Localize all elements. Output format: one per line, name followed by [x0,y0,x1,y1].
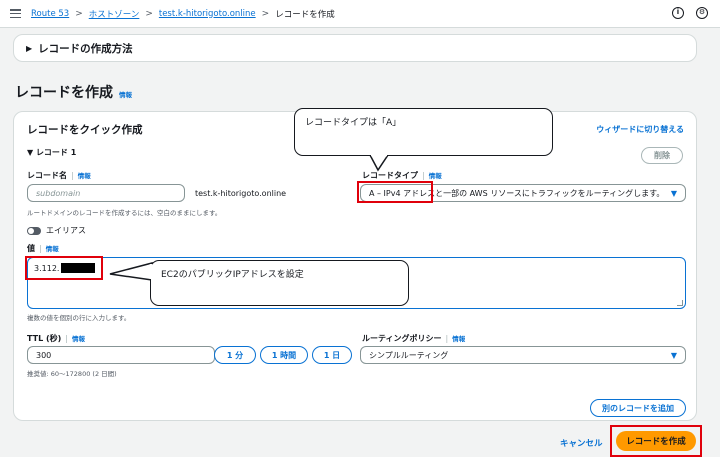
callout-pointer-joins [149,153,387,279]
